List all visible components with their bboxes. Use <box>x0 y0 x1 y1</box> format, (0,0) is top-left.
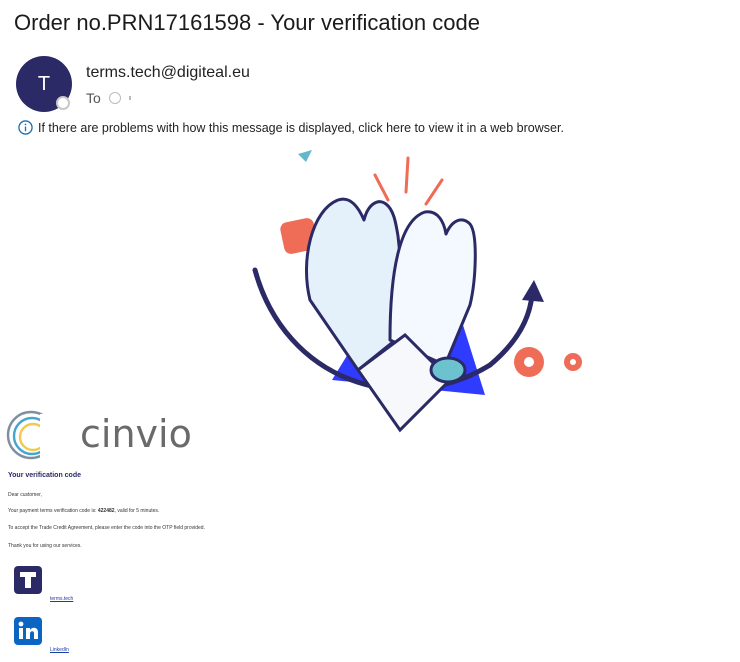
linkedin-icon[interactable] <box>14 617 42 645</box>
recipient-avatar-icon[interactable] <box>108 92 121 104</box>
presence-status-icon <box>56 96 70 110</box>
terms-tech-logo-icon[interactable] <box>14 566 42 594</box>
thanks-text: Thank you for using our services. <box>8 543 82 549</box>
cinvio-logo: cinvio <box>6 410 192 462</box>
avatar-letter: T <box>37 72 51 95</box>
view-in-browser-notice[interactable]: If there are problems with how this mess… <box>18 120 564 135</box>
high-five-illustration <box>252 150 582 433</box>
code-paragraph: Your payment terms verification code is:… <box>8 508 159 514</box>
info-icon <box>18 120 33 135</box>
linkedin-link[interactable]: LinkedIn <box>50 647 69 653</box>
verification-code: 422482 <box>97 508 115 514</box>
verification-heading: Your verification code <box>8 472 81 479</box>
instruction-text: To accept the Trade Credit Agreement, pl… <box>8 525 205 531</box>
recipient-placeholder <box>128 96 131 100</box>
recipient-line: To <box>86 90 131 106</box>
info-message: If there are problems with how this mess… <box>38 120 564 135</box>
sender-address[interactable]: terms.tech@digiteal.eu <box>86 64 250 82</box>
brand-wordmark: cinvio <box>80 412 192 456</box>
to-label: To <box>86 90 101 106</box>
code-text-prefix: Your payment terms verification code is: <box>8 508 98 514</box>
code-text-suffix: , valid for 5 minutes. <box>114 508 160 514</box>
email-subject: Order no.PRN17161598 - Your verification… <box>14 10 480 35</box>
terms-tech-link[interactable]: terms.tech <box>50 596 73 602</box>
greeting-text: Dear customer, <box>8 492 42 498</box>
